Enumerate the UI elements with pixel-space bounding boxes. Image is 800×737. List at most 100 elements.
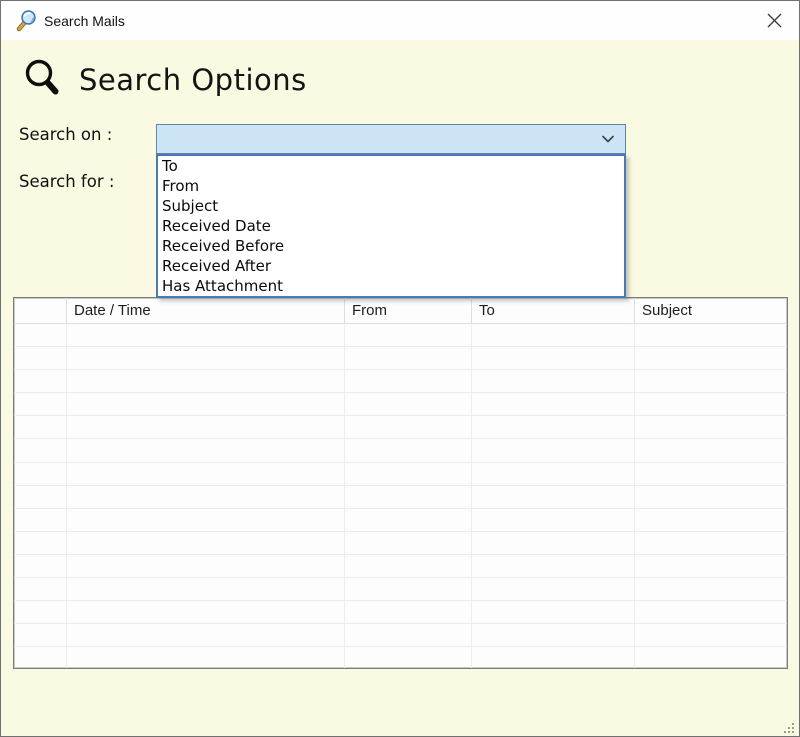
table-row[interactable] [14,347,787,370]
table-body [14,324,787,669]
table-row[interactable] [14,532,787,555]
table-cell [345,532,472,554]
table-row[interactable] [14,393,787,416]
table-cell [14,324,67,346]
table-cell [472,324,635,346]
dropdown-option[interactable]: From [158,176,624,196]
table-cell [345,486,472,508]
table-row[interactable] [14,416,787,439]
table-cell [635,624,787,646]
table-cell [67,370,345,392]
table-cell [345,509,472,531]
table-cell [67,486,345,508]
table-cell [635,393,787,415]
table-cell [345,463,472,485]
table-row[interactable] [14,509,787,532]
titlebar: Search Mails [1,1,799,40]
resize-grip-icon[interactable] [783,720,796,733]
column-header-date-time[interactable]: Date / Time [67,298,345,323]
search-mails-window: Search Mails Search Options Search on : … [0,0,800,737]
close-button[interactable] [757,5,791,35]
table-row[interactable] [14,578,787,601]
table-cell [635,370,787,392]
table-cell [14,555,67,577]
dropdown-option[interactable]: Received Date [158,216,624,236]
table-row[interactable] [14,370,787,393]
table-cell [14,601,67,623]
chevron-down-icon [597,135,619,143]
column-header-from[interactable]: From [345,298,472,323]
page-title: Search Options [79,63,307,97]
table-cell [635,416,787,438]
table-cell [472,347,635,369]
table-cell [345,578,472,600]
table-cell [635,347,787,369]
table-cell [345,439,472,461]
table-cell [472,624,635,646]
table-cell [67,555,345,577]
search-on-label: Search on : [19,125,112,144]
table-cell [67,324,345,346]
table-row[interactable] [14,624,787,647]
dropdown-option[interactable]: Subject [158,196,624,216]
search-options-magnifier-icon [21,57,69,105]
table-header: Date / Time From To Subject [14,298,787,324]
search-on-combobox[interactable] [156,124,626,154]
table-cell [14,578,67,600]
table-cell [472,439,635,461]
table-cell [472,578,635,600]
table-cell [67,578,345,600]
column-header-to[interactable]: To [472,298,635,323]
table-cell [635,486,787,508]
table-cell [14,647,67,669]
column-header-subject[interactable]: Subject [635,298,787,323]
table-cell [67,532,345,554]
dropdown-option[interactable]: Has Attachment [158,276,624,296]
column-header-spacer[interactable] [14,298,67,323]
table-cell [472,463,635,485]
table-cell [14,486,67,508]
table-cell [472,532,635,554]
table-cell [345,624,472,646]
table-cell [67,463,345,485]
table-cell [14,347,67,369]
table-cell [67,601,345,623]
table-cell [67,439,345,461]
table-cell [345,601,472,623]
table-row[interactable] [14,555,787,578]
table-cell [472,393,635,415]
table-row[interactable] [14,601,787,624]
table-cell [14,439,67,461]
table-cell [67,624,345,646]
table-cell [635,463,787,485]
table-cell [635,601,787,623]
table-cell [345,324,472,346]
table-cell [635,555,787,577]
table-row[interactable] [14,463,787,486]
table-cell [472,486,635,508]
table-cell [14,370,67,392]
dropdown-option[interactable]: To [158,156,624,176]
table-cell [635,439,787,461]
table-cell [635,578,787,600]
table-row[interactable] [14,486,787,509]
table-cell [345,555,472,577]
table-cell [472,370,635,392]
table-cell [345,370,472,392]
search-mails-app-icon [14,9,38,33]
table-row[interactable] [14,439,787,462]
table-cell [67,416,345,438]
table-cell [472,601,635,623]
table-cell [472,416,635,438]
table-row[interactable] [14,324,787,347]
table-cell [67,393,345,415]
table-cell [345,393,472,415]
dropdown-option[interactable]: Received After [158,256,624,276]
table-cell [472,509,635,531]
table-cell [345,647,472,669]
dropdown-option[interactable]: Received Before [158,236,624,256]
table-cell [345,416,472,438]
table-cell [14,393,67,415]
table-row[interactable] [14,647,787,669]
table-cell [472,647,635,669]
